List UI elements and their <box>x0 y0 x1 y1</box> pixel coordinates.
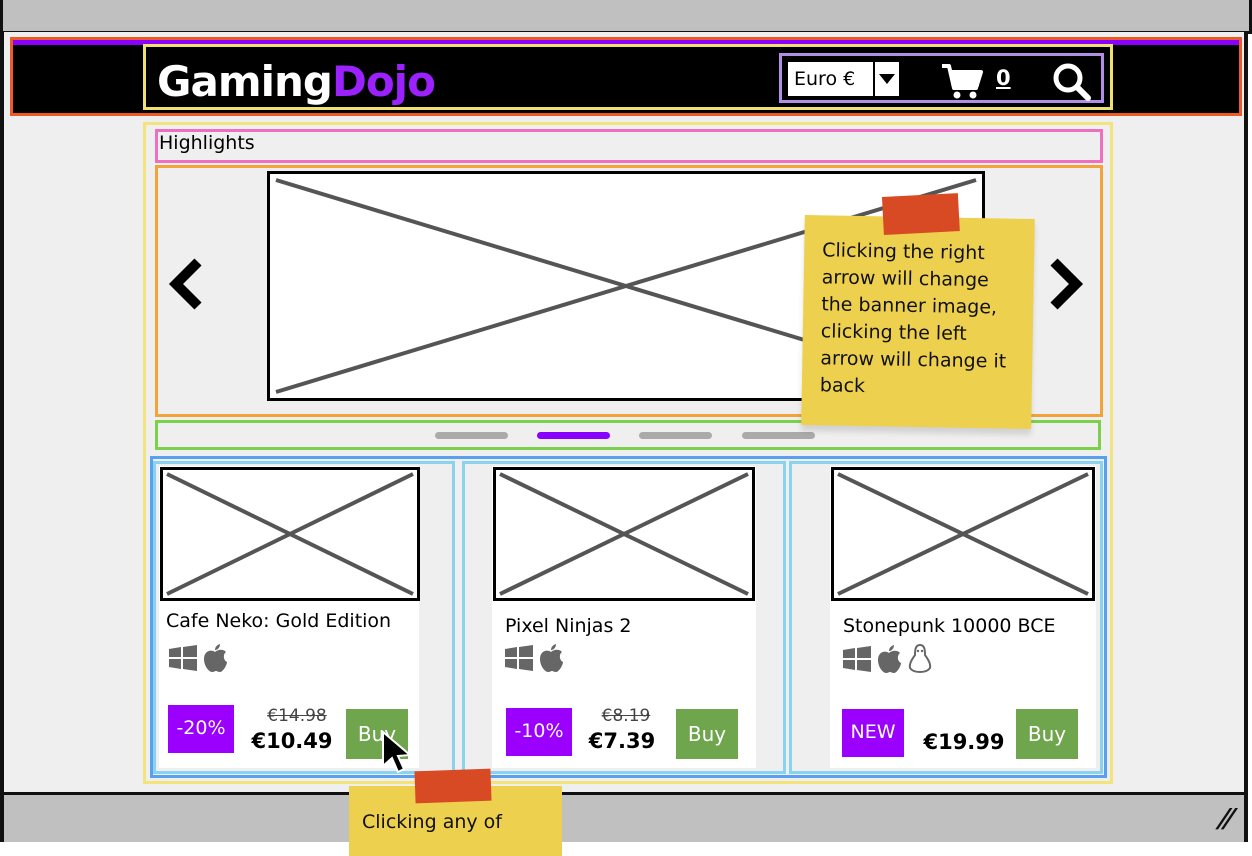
cart-icon[interactable] <box>940 62 984 100</box>
carousel-dot-2-active[interactable] <box>537 432 610 439</box>
windows-icon <box>169 645 197 671</box>
carousel-dot-1[interactable] <box>435 432 508 439</box>
carousel-dot-3[interactable] <box>639 432 712 439</box>
logo-text-dojo: Dojo <box>331 57 436 106</box>
currency-select[interactable]: Euro € <box>786 60 901 98</box>
product-title[interactable]: Pixel Ninjas 2 <box>505 615 631 637</box>
note-text: Clicking the right arrow will change the… <box>819 239 1007 398</box>
section-title: Highlights <box>159 132 255 154</box>
image-placeholder-icon <box>499 472 749 596</box>
platform-icons <box>169 644 227 672</box>
product-title[interactable]: Cafe Neko: Gold Edition <box>166 610 391 632</box>
discount-badge: -10% <box>506 708 572 756</box>
apple-icon <box>540 644 563 672</box>
logo-text-gaming: Gaming <box>157 57 333 106</box>
apple-icon <box>878 645 901 673</box>
chevron-left-icon[interactable] <box>164 256 210 312</box>
carousel-dot-4[interactable] <box>742 432 815 439</box>
currency-value: Euro € <box>788 62 875 96</box>
highlights-header <box>155 129 1103 163</box>
window-title-bar <box>0 0 1252 34</box>
sticky-note-banner: Clicking the right arrow will change the… <box>801 193 1035 429</box>
image-placeholder-icon <box>837 472 1089 596</box>
platform-icons <box>505 644 563 672</box>
site-logo[interactable]: GamingDojo <box>157 56 436 108</box>
price: €19.99 <box>923 730 1005 754</box>
window-status-bar <box>4 792 1244 842</box>
original-price: €14.98 <box>267 706 327 726</box>
note-tape <box>414 768 492 804</box>
mouse-cursor-icon <box>382 730 413 774</box>
windows-icon <box>505 645 533 671</box>
search-icon[interactable] <box>1050 60 1092 102</box>
apple-icon <box>204 644 227 672</box>
chevron-right-icon[interactable] <box>1042 256 1088 312</box>
product-thumbnail[interactable] <box>493 467 755 601</box>
chevron-down-icon[interactable] <box>875 62 899 96</box>
discount-badge: -20% <box>168 705 234 753</box>
buy-button[interactable]: Buy <box>1016 709 1078 759</box>
buy-button[interactable]: Buy <box>676 709 738 759</box>
sticky-note-buy: Clicking any of <box>349 768 562 856</box>
cart-count[interactable]: 0 <box>996 66 1011 90</box>
product-thumbnail[interactable] <box>160 467 420 601</box>
windows-icon <box>843 646 871 672</box>
note-text: Clicking any of <box>362 811 502 833</box>
note-tape <box>881 193 960 235</box>
sale-price: €10.49 <box>251 729 333 753</box>
product-thumbnail[interactable] <box>831 467 1095 601</box>
original-price: €8.19 <box>601 706 651 726</box>
image-placeholder-icon <box>166 472 414 596</box>
sale-price: €7.39 <box>588 729 656 753</box>
linux-icon <box>908 644 932 674</box>
new-badge: NEW <box>842 709 904 757</box>
product-title[interactable]: Stonepunk 10000 BCE <box>843 615 1056 637</box>
platform-icons <box>843 644 933 674</box>
